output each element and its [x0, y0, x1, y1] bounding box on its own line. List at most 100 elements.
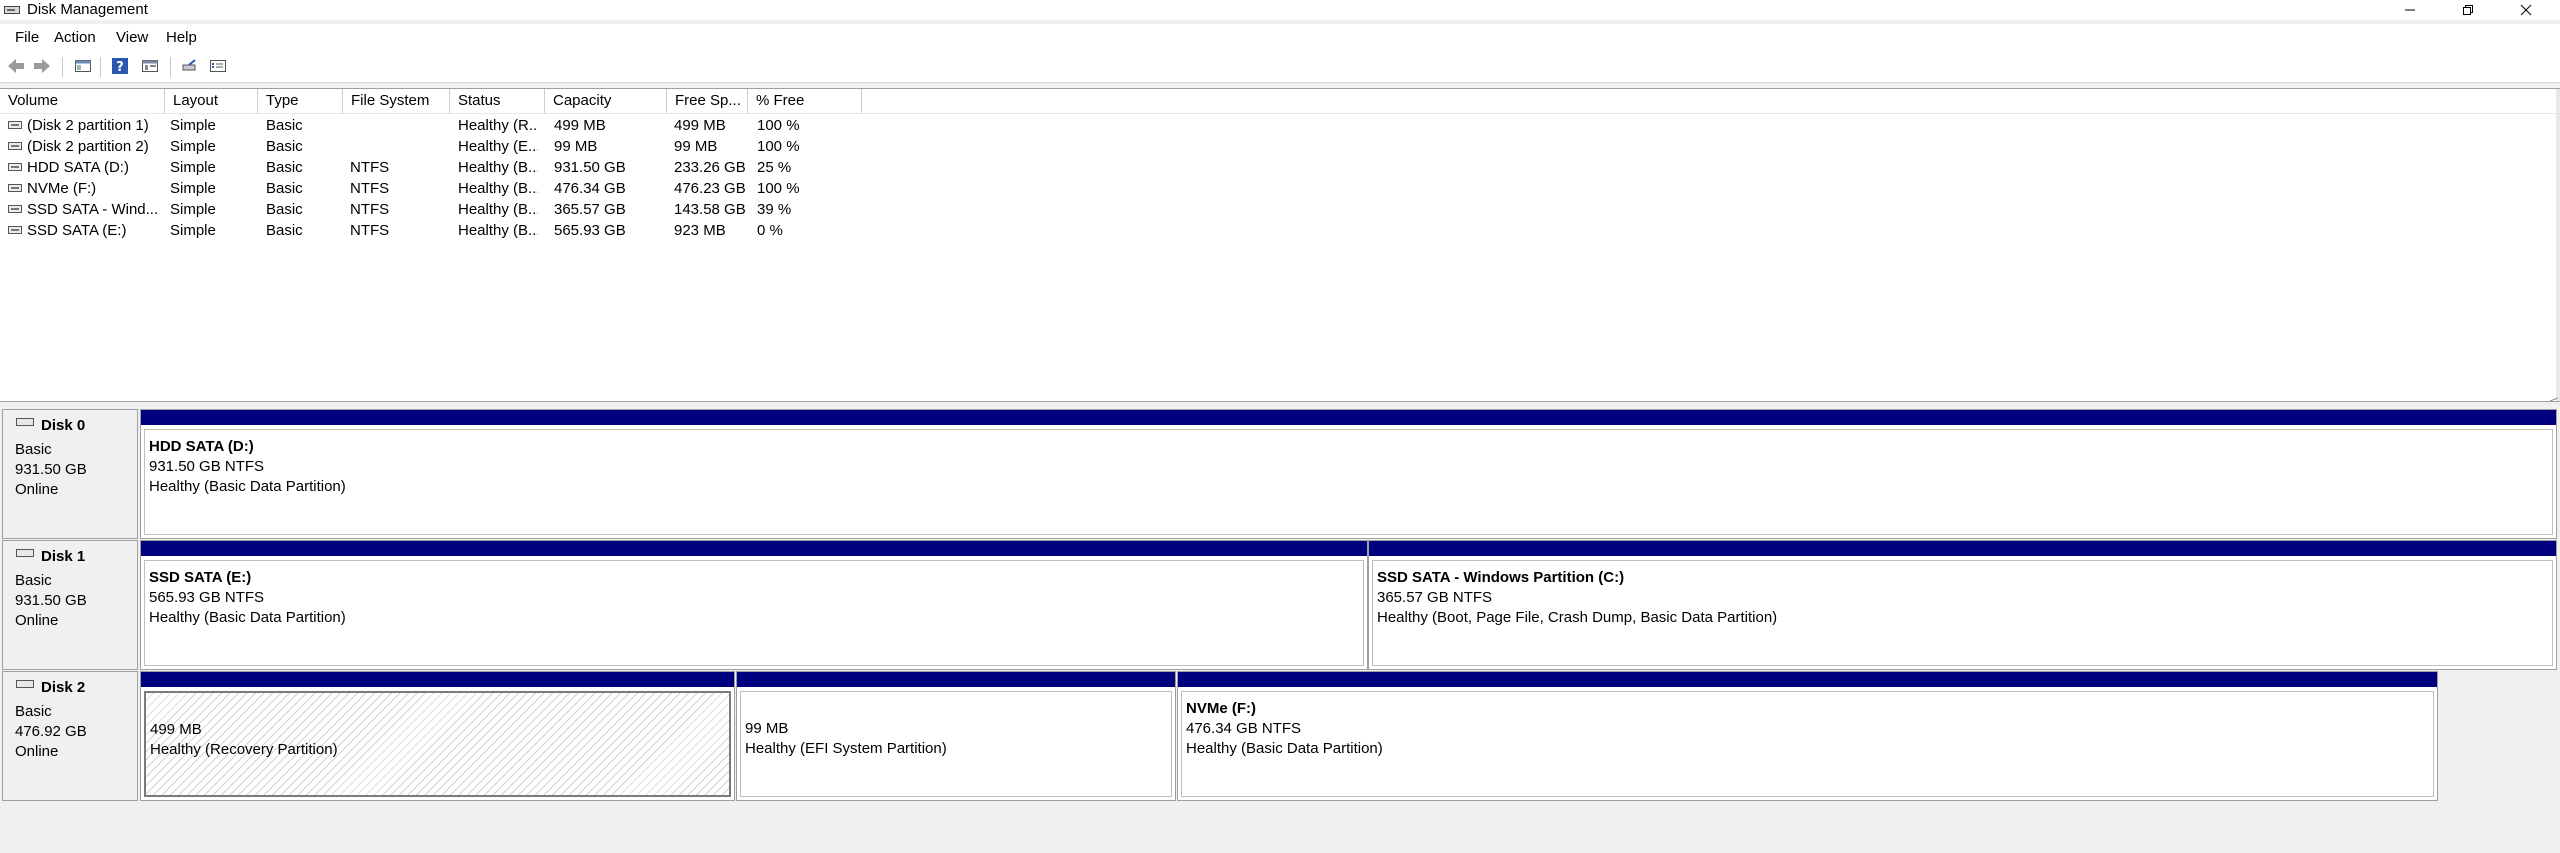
percent-free-cell: 39 %: [757, 201, 792, 218]
partition-efi-system[interactable]: 99 MB Healthy (EFI System Partition): [736, 671, 1176, 801]
volume-list: Volume Layout Type File System Status Ca…: [0, 88, 2560, 402]
type-cell: Basic: [266, 180, 303, 197]
percent-free-cell: 100 %: [757, 117, 800, 134]
menu-file[interactable]: File: [15, 28, 39, 48]
connect-virtual-disk-button[interactable]: [179, 55, 201, 77]
disk-2-label[interactable]: Disk 2 Basic 476.92 GB Online: [2, 671, 138, 801]
back-icon: [8, 59, 24, 73]
volume-cell: NVMe (F:): [27, 180, 97, 197]
menu-view[interactable]: View: [116, 28, 148, 48]
disk-size: 931.50 GB: [15, 592, 87, 609]
help-button[interactable]: ?: [109, 55, 131, 77]
settings-list-button[interactable]: [207, 55, 229, 77]
table-row[interactable]: (Disk 2 partition 2) Simple Basic Health…: [0, 136, 2560, 157]
partition-ssd-sata-e[interactable]: SSD SATA (E:) 565.93 GB NTFS Healthy (Ba…: [140, 540, 1368, 670]
capacity-cell: 365.57 GB: [554, 201, 626, 218]
restore-icon: [2463, 5, 2473, 15]
disk-type: Basic: [15, 703, 52, 720]
disk-state: Online: [15, 612, 59, 629]
partition-hdd-sata-d[interactable]: HDD SATA (D:) 931.50 GB NTFS Healthy (Ba…: [140, 409, 2557, 539]
column-header-type[interactable]: Type: [258, 89, 343, 113]
disk-map: Disk 0 Basic 931.50 GB Online HDD SATA (…: [0, 403, 2560, 853]
partition-name: HDD SATA (D:): [149, 438, 254, 455]
menu-bar: File Action View Help: [0, 24, 2560, 52]
vertical-scrollbar[interactable]: [2556, 89, 2560, 401]
console-tree-icon: [75, 60, 91, 72]
column-header-capacity[interactable]: Capacity: [545, 89, 667, 113]
partition-name: SSD SATA (E:): [149, 569, 252, 586]
table-row[interactable]: SSD SATA - Wind... Simple Basic NTFS Hea…: [0, 199, 2560, 220]
free-space-cell: 499 MB: [674, 117, 726, 134]
partition-size: 476.34 GB NTFS: [1186, 720, 1302, 737]
menu-action[interactable]: Action: [54, 28, 96, 48]
layout-cell: Simple: [170, 138, 216, 155]
partition-body: 99 MB Healthy (EFI System Partition): [740, 691, 1172, 797]
partition-size: 365.57 GB NTFS: [1377, 589, 1493, 606]
disk-row-0: Disk 0 Basic 931.50 GB Online HDD SATA (…: [0, 409, 2560, 539]
type-cell: Basic: [266, 117, 303, 134]
forward-button[interactable]: [31, 55, 53, 77]
svg-text:?: ?: [116, 60, 124, 75]
percent-free-cell: 25 %: [757, 159, 792, 176]
back-button[interactable]: [5, 55, 27, 77]
close-button[interactable]: [2497, 0, 2555, 20]
volume-icon: [8, 205, 22, 213]
file-system-cell: NTFS: [350, 201, 390, 218]
partition-body: HDD SATA (D:) 931.50 GB NTFS Healthy (Ba…: [144, 429, 2553, 535]
free-space-cell: 923 MB: [674, 222, 726, 239]
disk-name: Disk 0: [41, 417, 86, 434]
pane-resize-grip-icon[interactable]: [2550, 398, 2558, 402]
connect-icon: [182, 59, 196, 71]
column-header-file-system[interactable]: File System: [343, 89, 450, 113]
disk-size: 931.50 GB: [15, 461, 87, 478]
close-icon: [2520, 4, 2532, 16]
window-title: Disk Management: [27, 1, 148, 18]
table-row[interactable]: HDD SATA (D:) Simple Basic NTFS Healthy …: [0, 157, 2560, 178]
partition-status: Healthy (EFI System Partition): [745, 740, 947, 757]
partition-bar: [1178, 672, 2437, 687]
partition-name: SSD SATA - Windows Partition (C:): [1377, 569, 1625, 586]
restore-button[interactable]: [2439, 0, 2497, 20]
table-row[interactable]: SSD SATA (E:) Simple Basic NTFS Healthy …: [0, 220, 2560, 241]
percent-free-cell: 100 %: [757, 138, 800, 155]
partition-bar: [141, 410, 2556, 425]
column-header-layout[interactable]: Layout: [165, 89, 258, 113]
free-space-cell: 143.58 GB: [674, 201, 746, 218]
partition-recovery[interactable]: 499 MB Healthy (Recovery Partition): [140, 671, 735, 801]
partition-status: Healthy (Basic Data Partition): [149, 478, 346, 495]
table-row[interactable]: NVMe (F:) Simple Basic NTFS Healthy (B..…: [0, 178, 2560, 199]
partition-status: Healthy (Recovery Partition): [150, 741, 338, 758]
status-cell: Healthy (B...: [458, 180, 538, 197]
column-header-status[interactable]: Status: [450, 89, 545, 113]
properties-button[interactable]: [139, 55, 161, 77]
partition-status: Healthy (Boot, Page File, Crash Dump, Ba…: [1377, 609, 1778, 626]
show-hide-console-tree-button[interactable]: [72, 55, 94, 77]
status-cell: Healthy (R...: [458, 117, 538, 134]
menu-help[interactable]: Help: [166, 28, 197, 48]
column-header-free-space[interactable]: Free Sp...: [667, 89, 748, 113]
disk-0-label[interactable]: Disk 0 Basic 931.50 GB Online: [2, 409, 138, 539]
header-divider: [0, 113, 2560, 114]
disk-state: Online: [15, 743, 59, 760]
partition-nvme-f[interactable]: NVMe (F:) 476.34 GB NTFS Healthy (Basic …: [1177, 671, 2438, 801]
partition-size: 931.50 GB NTFS: [149, 458, 265, 475]
table-row[interactable]: (Disk 2 partition 1) Simple Basic Health…: [0, 115, 2560, 136]
capacity-cell: 565.93 GB: [554, 222, 626, 239]
volume-cell: (Disk 2 partition 1): [27, 117, 149, 134]
partition-ssd-sata-windows-c[interactable]: SSD SATA - Windows Partition (C:) 365.57…: [1368, 540, 2557, 670]
minimize-button[interactable]: [2381, 0, 2439, 20]
file-system-cell: NTFS: [350, 180, 390, 197]
status-cell: Healthy (B...: [458, 201, 538, 218]
capacity-cell: 931.50 GB: [554, 159, 626, 176]
capacity-cell: 476.34 GB: [554, 180, 626, 197]
column-header-volume[interactable]: Volume: [0, 89, 165, 113]
column-header-percent-free[interactable]: % Free: [748, 89, 862, 113]
status-cell: Healthy (B...: [458, 159, 538, 176]
type-cell: Basic: [266, 222, 303, 239]
disk-type: Basic: [15, 572, 52, 589]
partition-size: 499 MB: [150, 721, 202, 738]
layout-cell: Simple: [170, 222, 216, 239]
volume-cell: SSD SATA (E:): [27, 222, 127, 239]
disk-1-label[interactable]: Disk 1 Basic 931.50 GB Online: [2, 540, 138, 670]
partition-body: SSD SATA - Windows Partition (C:) 365.57…: [1372, 560, 2553, 666]
